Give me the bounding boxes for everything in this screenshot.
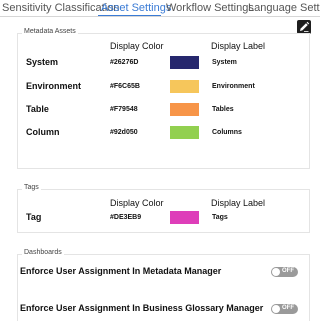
toggle-knob <box>272 268 280 276</box>
active-tab-indicator <box>98 15 161 16</box>
enforce-assignment-metadata-toggle[interactable]: OFF <box>271 267 298 277</box>
toggle-state-text: OFF <box>282 268 294 274</box>
hex-value-table: #F79548 <box>110 106 138 113</box>
edit-pencil-icon <box>300 21 310 32</box>
color-swatch-environment[interactable] <box>170 80 199 93</box>
asset-name-table: Table <box>26 104 49 114</box>
asset-name-environment: Environment <box>26 81 82 91</box>
asset-name-system: System <box>26 57 59 67</box>
tags-legend: Tags <box>22 184 41 191</box>
tags-display-label-header: Display Label <box>211 198 266 208</box>
hex-value-tag: #DE3EB9 <box>110 214 142 221</box>
toggle-state-text: OFF <box>282 305 294 311</box>
enforce-assignment-metadata-label: Enforce User Assignment In Metadata Mana… <box>20 266 222 276</box>
edit-button[interactable] <box>297 20 311 34</box>
display-label-system: System <box>212 59 237 66</box>
hex-value-system: #26276D <box>110 59 139 66</box>
color-swatch-tag[interactable] <box>170 211 199 224</box>
color-swatch-table[interactable] <box>170 103 199 116</box>
display-label-column: Columns <box>212 129 242 136</box>
display-color-header: Display Color <box>110 41 164 51</box>
toggle-knob <box>272 305 280 313</box>
dashboards-legend: Dashboards <box>22 249 64 256</box>
tags-group: Tags <box>17 184 310 233</box>
tab-workflow-settings[interactable]: Workflow Settings <box>166 2 254 14</box>
display-label-table: Tables <box>212 106 234 113</box>
tab-language-settings[interactable]: Language Settings <box>248 2 320 14</box>
hex-value-environment: #F6C65B <box>110 83 140 90</box>
asset-name-tag: Tag <box>26 212 42 222</box>
color-swatch-column[interactable] <box>170 126 199 139</box>
metadata-assets-legend: Metadata Assets <box>22 28 78 35</box>
tab-asset-settings[interactable]: Asset Settings <box>101 2 171 14</box>
enforce-assignment-glossary-toggle[interactable]: OFF <box>271 304 298 314</box>
enforce-assignment-glossary-label: Enforce User Assignment In Business Glos… <box>20 303 264 313</box>
color-swatch-system[interactable] <box>170 56 199 69</box>
metadata-assets-group: Metadata Assets <box>17 28 310 169</box>
settings-tab-bar: Sensitivity Classification Asset Setting… <box>0 0 320 17</box>
display-label-header: Display Label <box>211 41 266 51</box>
display-label-environment: Environment <box>212 83 255 90</box>
tags-display-color-header: Display Color <box>110 198 164 208</box>
asset-name-column: Column <box>26 127 60 137</box>
display-label-tag: Tags <box>212 214 228 221</box>
hex-value-column: #92d050 <box>110 129 138 136</box>
